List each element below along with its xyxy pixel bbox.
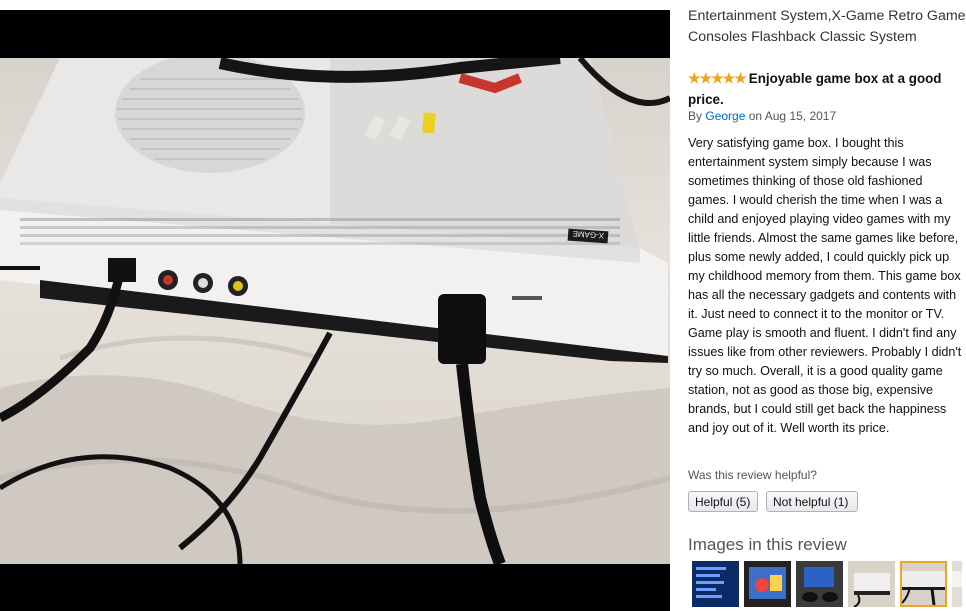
thumb-console-box[interactable] <box>848 561 895 607</box>
not-helpful-button[interactable]: Not helpful (1) <box>766 491 858 512</box>
letterbox-top <box>0 10 670 58</box>
thumb-game-menu[interactable] <box>692 561 739 607</box>
review-photo-console-rear: X-GAME <box>0 58 670 564</box>
thumb-console-controllers[interactable] <box>796 561 843 607</box>
byline-prefix: By <box>688 109 703 123</box>
images-heading: Images in this review <box>688 535 847 554</box>
review-date: on Aug 15, 2017 <box>748 109 837 123</box>
helpful-button[interactable]: Helpful (5) <box>688 491 758 512</box>
author-link[interactable]: George <box>705 109 745 123</box>
review-body: Very satisfying game box. I bought this … <box>688 136 962 435</box>
review-header: ★★★★★ Enjoyable game box at a good price. <box>688 68 966 110</box>
star-rating-icon: ★★★★★ <box>688 70 747 86</box>
thumb-console-rear[interactable] <box>952 561 962 607</box>
thumbnail-strip <box>692 561 962 609</box>
thumb-console-cables[interactable] <box>900 561 947 607</box>
review-byline: By George on Aug 15, 2017 <box>688 109 836 123</box>
helpful-question: Was this review helpful? <box>688 468 817 482</box>
letterbox-bottom <box>0 564 670 611</box>
review-panel: Entertainment System,X-Game Retro Game C… <box>688 0 966 611</box>
image-viewer[interactable]: X-GAME <box>0 0 670 611</box>
thumb-game-screen[interactable] <box>744 561 791 607</box>
product-title[interactable]: Entertainment System,X-Game Retro Game C… <box>688 6 966 48</box>
